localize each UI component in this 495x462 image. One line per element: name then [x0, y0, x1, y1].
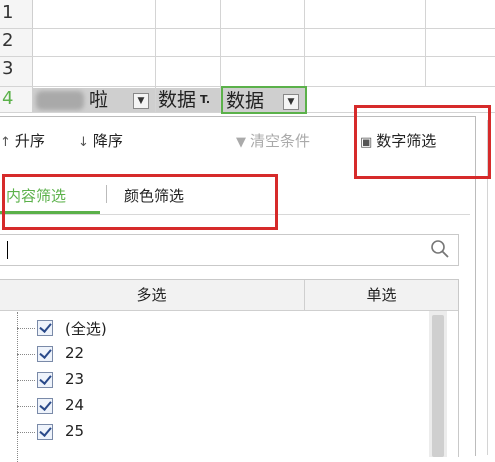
checkbox-checked[interactable] [37, 320, 53, 336]
list-item-label: 23 [65, 370, 85, 388]
checkbox-checked[interactable] [37, 398, 53, 414]
list-item-label: 25 [65, 422, 85, 440]
highlight-box-number-filter [354, 105, 491, 179]
sort-ascending-icon: ↑ [0, 135, 11, 150]
clear-filter-icon: ▼ [236, 135, 246, 150]
list-item-select-all[interactable]: (全选) [0, 316, 429, 342]
list-item[interactable]: 25 [0, 420, 429, 446]
row-number-1: 1 [2, 2, 14, 23]
list-item-label: 22 [65, 344, 85, 362]
row-number-2: 2 [2, 30, 14, 51]
clear-conditions-button[interactable]: ▼ 清空条件 [236, 131, 310, 153]
filter-dropdown-icon[interactable]: ▼ [283, 94, 299, 110]
sort-ascending-label: 升序 [14, 132, 45, 150]
search-input[interactable] [0, 234, 459, 266]
scrollbar-thumb[interactable] [432, 315, 444, 457]
value-list: 多选 单选 (全选) 22 23 24 25 [0, 279, 459, 462]
redacted-text [36, 91, 84, 110]
checkbox-checked[interactable] [37, 424, 53, 440]
list-column-header: 多选 单选 [0, 280, 458, 311]
clear-conditions-label: 清空条件 [250, 132, 311, 150]
filter-dropdown-icon[interactable]: ▼ [133, 93, 149, 109]
sort-descending-icon: ↓ [78, 135, 89, 150]
single-select-header[interactable]: 单选 [305, 280, 458, 310]
list-item-label: (全选) [65, 320, 107, 338]
highlight-box-tabs [2, 174, 278, 230]
sort-descending-label: 降序 [92, 132, 123, 150]
header-cell-2-label: 数据 [158, 89, 197, 111]
list-item[interactable]: 23 [0, 368, 429, 394]
header-cell-3-selected[interactable]: 数据 ▼ [221, 86, 307, 114]
list-scrollbar[interactable] [429, 311, 447, 457]
list-item[interactable]: 22 [0, 342, 429, 368]
sort-descending-button[interactable]: ↓ 降序 [78, 131, 123, 153]
row-number-4: 4 [2, 88, 14, 109]
header-cell-1-label: 啦 [89, 89, 109, 111]
multi-select-header[interactable]: 多选 [0, 280, 305, 310]
checkbox-checked[interactable] [37, 372, 53, 388]
spreadsheet-grid: 1 2 3 4 啦 ▼ 数据 T. 数据 ▼ [0, 0, 495, 120]
list-item-label: 24 [65, 396, 85, 414]
header-cell-3-label: 数据 [226, 90, 265, 112]
header-cell-2[interactable]: 数据 T. [156, 88, 220, 112]
row-number-3: 3 [2, 58, 14, 79]
text-caret [7, 241, 8, 259]
list-item[interactable]: 24 [0, 394, 429, 420]
header-cell-1[interactable]: 啦 ▼ [33, 88, 155, 112]
search-icon[interactable] [430, 239, 450, 259]
sort-ascending-button[interactable]: ↑ 升序 [0, 131, 45, 153]
active-filter-icon[interactable]: T. [200, 88, 210, 112]
checkbox-checked[interactable] [37, 346, 53, 362]
